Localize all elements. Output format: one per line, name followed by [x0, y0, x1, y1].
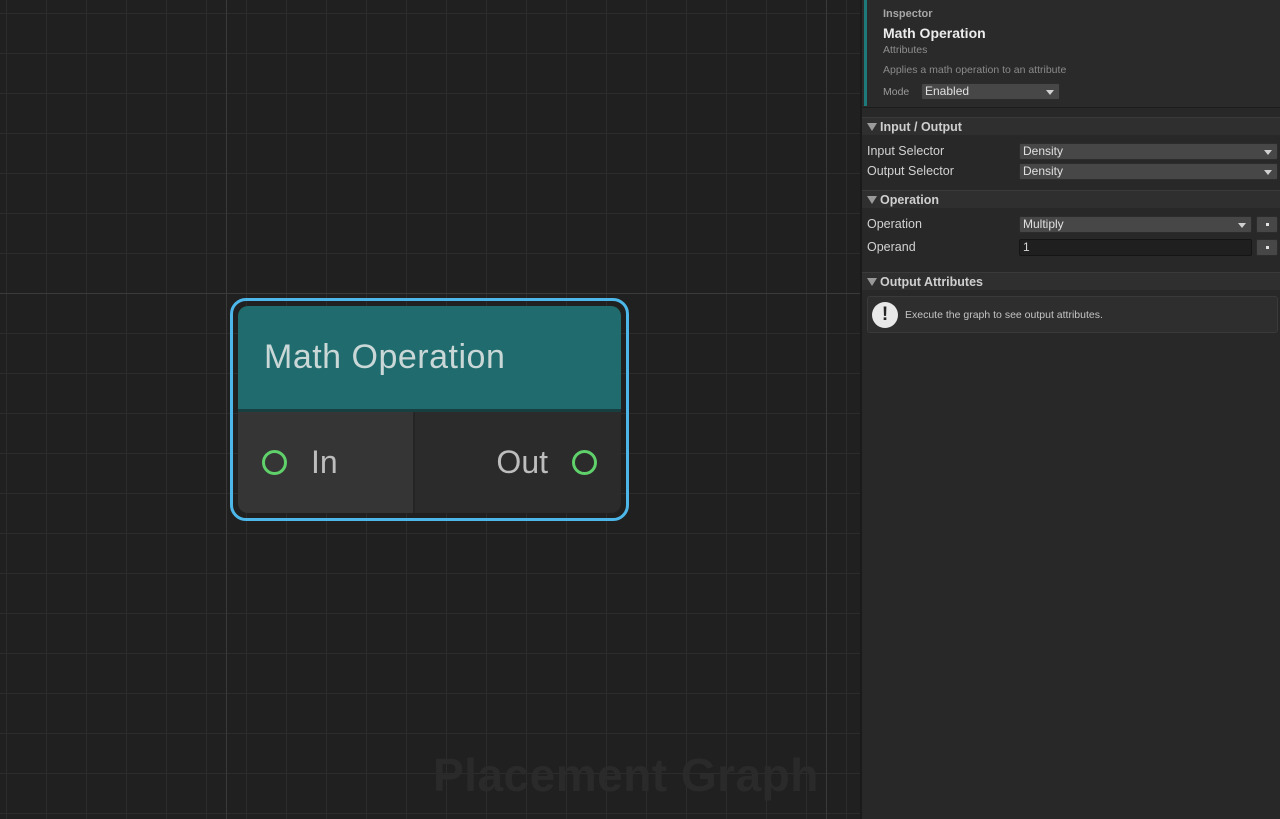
grid-major-line	[0, 293, 860, 294]
inspector-accent-bar	[864, 0, 867, 106]
section-input-output[interactable]: Input / Output	[862, 117, 1280, 135]
input-port-row: In	[238, 412, 415, 513]
inspector-header: Inspector Math Operation Attributes Appl…	[862, 0, 1280, 108]
graph-watermark: Placement Graph	[433, 749, 819, 801]
operation-label: Operation	[867, 217, 922, 231]
operation-value: Multiply	[1023, 216, 1064, 231]
output-port-label: Out	[496, 444, 548, 480]
grid-major-line	[226, 0, 227, 819]
operand-label: Operand	[867, 240, 916, 254]
mode-dropdown[interactable]: Enabled	[921, 83, 1060, 100]
help-box: ! Execute the graph to see output attrib…	[867, 296, 1278, 333]
chevron-down-icon	[1264, 149, 1272, 155]
section-operation[interactable]: Operation	[862, 190, 1280, 208]
node-title: Math Operation	[264, 338, 506, 376]
operand-options-button[interactable]	[1256, 238, 1278, 256]
output-selector-dropdown[interactable]: Density	[1019, 162, 1278, 180]
section-output-attributes[interactable]: Output Attributes	[862, 272, 1280, 290]
graph-canvas[interactable]: Placement Graph Math Operation In Out	[0, 0, 860, 819]
inspector-description: Applies a math operation to an attribute	[883, 64, 1067, 76]
chevron-down-icon	[1238, 222, 1246, 228]
section-title: Operation	[880, 192, 940, 207]
node-selection-outline: Math Operation In Out	[230, 298, 629, 521]
node-ports: In Out	[238, 412, 621, 513]
mode-row: Mode Enabled	[883, 83, 1280, 100]
inspector-category: Attributes	[883, 44, 928, 56]
math-operation-node[interactable]: Math Operation In Out	[238, 306, 621, 513]
input-selector-dropdown[interactable]: Density	[1019, 142, 1278, 160]
grid-major-line	[826, 0, 827, 819]
inspector-title: Math Operation	[883, 25, 986, 41]
foldout-triangle-icon	[867, 195, 877, 204]
dot-icon	[1265, 222, 1269, 226]
operand-input[interactable]: 1	[1019, 238, 1252, 256]
input-selector-label: Input Selector	[867, 144, 945, 158]
output-selector-label: Output Selector	[867, 164, 954, 178]
node-header[interactable]: Math Operation	[238, 306, 621, 412]
output-selector-row: Output Selector Density	[862, 161, 1280, 181]
input-port-label: In	[311, 444, 338, 480]
dot-icon	[1265, 245, 1269, 249]
output-selector-value: Density	[1023, 163, 1064, 178]
section-title: Output Attributes	[880, 274, 983, 289]
operation-options-button[interactable]	[1256, 215, 1278, 233]
warning-icon: !	[872, 301, 898, 328]
foldout-triangle-icon	[867, 277, 877, 286]
chevron-down-icon	[1046, 90, 1054, 95]
output-port-connector[interactable]	[572, 450, 597, 475]
input-port-connector[interactable]	[262, 450, 287, 475]
foldout-triangle-icon	[867, 122, 877, 131]
output-port-row: Out	[415, 412, 621, 513]
input-selector-row: Input Selector Density	[862, 141, 1280, 161]
help-text: Execute the graph to see output attribut…	[905, 308, 1103, 321]
chevron-down-icon	[1264, 169, 1272, 175]
mode-label: Mode	[883, 85, 910, 98]
inspector-panel: Inspector Math Operation Attributes Appl…	[860, 0, 1280, 819]
mode-value: Enabled	[925, 84, 970, 98]
operation-dropdown[interactable]: Multiply	[1019, 215, 1252, 233]
app-window: Placement Graph Math Operation In Out In…	[0, 0, 1280, 819]
section-title: Input / Output	[880, 119, 962, 134]
input-selector-value: Density	[1023, 143, 1064, 158]
operand-row: Operand 1	[862, 237, 1280, 257]
operation-row: Operation Multiply	[862, 214, 1280, 234]
inspector-label: Inspector	[883, 8, 933, 20]
